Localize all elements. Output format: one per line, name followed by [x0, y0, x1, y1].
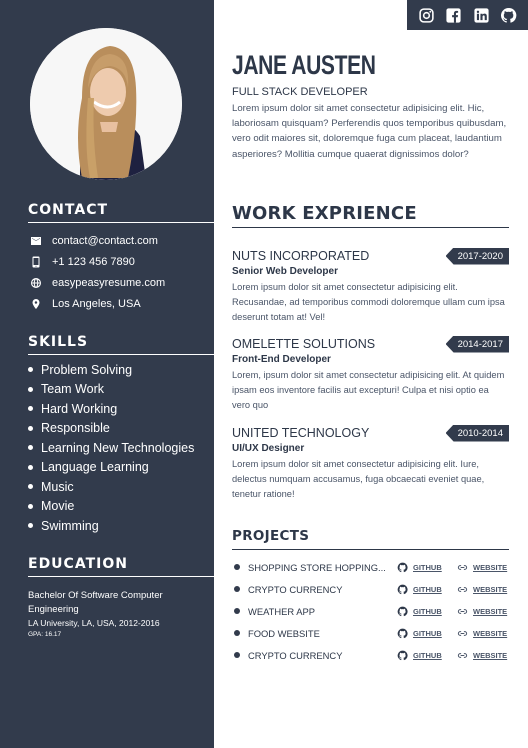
website-link[interactable]: WEBSITE: [457, 650, 507, 661]
skills-list: Problem Solving Team Work Hard Working R…: [28, 360, 214, 536]
skill-item: Movie: [28, 497, 214, 517]
skill-item: Team Work: [28, 380, 214, 400]
project-name: WEATHER APP: [248, 605, 316, 617]
skill-item: Language Learning: [28, 458, 214, 478]
website-link[interactable]: WEBSITE: [457, 628, 507, 639]
mail-icon: [28, 234, 44, 248]
profile-photo: [30, 28, 182, 180]
contact-email-text: contact@contact.com: [52, 234, 158, 247]
link-icon: [457, 630, 468, 636]
github-link[interactable]: GITHUB: [397, 606, 457, 617]
profile-role: FULL STACK DEVELOPER: [232, 86, 368, 98]
job-years: 2017-2020: [445, 247, 509, 265]
phone-icon: [28, 255, 44, 269]
work-heading: WORK EXPRIENCE: [232, 203, 509, 228]
education-degree: Bachelor Of Software Computer Engineerin…: [28, 590, 163, 615]
linkedin-icon[interactable]: [473, 7, 490, 24]
project-item: SHOPPING STORE HOPPING... GITHUB WEBSITE: [232, 556, 509, 578]
skill-item: Music: [28, 477, 214, 497]
job-description: Lorem ipsum dolor sit amet consectetur a…: [232, 282, 505, 322]
contact-list: contact@contact.com +1 123 456 7890 easy…: [28, 230, 208, 314]
contact-email[interactable]: contact@contact.com: [28, 230, 208, 251]
job-company: NUTS INCORPORATED: [232, 249, 370, 263]
project-name: CRYPTO CURRENCY: [248, 649, 343, 661]
contact-location: Los Angeles, USA: [28, 293, 208, 314]
job-title: Senior Web Developer: [232, 266, 338, 277]
job-entry: NUTS INCORPORATED 2017-2020 Senior Web D…: [232, 247, 509, 325]
job-entry: UNITED TECHNOLOGY 2010-2014 UI/UX Design…: [232, 424, 509, 502]
github-link[interactable]: GITHUB: [397, 650, 457, 661]
job-years: 2010-2014: [445, 424, 509, 442]
github-icon: [397, 584, 408, 594]
education-university: LA University, LA, USA, 2012-2016: [28, 618, 160, 628]
project-name: CRYPTO CURRENCY: [248, 583, 343, 595]
profile-bio: Lorem ipsum dolor sit amet consectetur a…: [232, 103, 507, 160]
github-icon: [397, 606, 408, 616]
contact-heading: CONTACT: [28, 202, 214, 223]
sidebar: CONTACT contact@contact.com +1 123 456 7…: [0, 0, 214, 748]
projects-heading: PROJECTS: [232, 528, 509, 550]
github-icon: [397, 628, 408, 638]
contact-phone-text: +1 123 456 7890: [52, 255, 135, 268]
github-link[interactable]: GITHUB: [397, 628, 457, 639]
job-years: 2014-2017: [445, 335, 509, 353]
location-icon: [28, 297, 44, 311]
contact-location-text: Los Angeles, USA: [52, 297, 141, 310]
facebook-icon[interactable]: [445, 7, 462, 24]
instagram-icon[interactable]: [418, 7, 435, 24]
skill-item: Swimming: [28, 516, 214, 536]
project-item: CRYPTO CURRENCY GITHUB WEBSITE: [232, 644, 509, 666]
github-icon: [397, 562, 408, 572]
github-icon: [397, 650, 408, 660]
project-item: CRYPTO CURRENCY GITHUB WEBSITE: [232, 578, 509, 600]
job-description: Lorem, ipsum dolor sit amet consectetur …: [232, 370, 505, 410]
website-link[interactable]: WEBSITE: [457, 584, 507, 595]
skill-item: Hard Working: [28, 399, 214, 419]
job-description: Lorem ipsum dolor sit amet consectetur a…: [232, 459, 485, 499]
link-icon: [457, 652, 468, 658]
projects-list: SHOPPING STORE HOPPING... GITHUB WEBSITE…: [232, 556, 509, 666]
skill-item: Problem Solving: [28, 360, 214, 380]
link-icon: [457, 608, 468, 614]
profile-name: JANE AUSTEN: [232, 50, 376, 80]
project-name: SHOPPING STORE HOPPING...: [248, 561, 386, 573]
project-name: FOOD WEBSITE: [248, 627, 320, 639]
github-icon[interactable]: [500, 7, 517, 24]
website-link[interactable]: WEBSITE: [457, 562, 507, 573]
website-link[interactable]: WEBSITE: [457, 606, 507, 617]
job-title: Front-End Developer: [232, 354, 331, 365]
skills-heading: SKILLS: [28, 334, 214, 355]
social-bar: [407, 0, 528, 30]
education-block: Bachelor Of Software Computer Engineerin…: [28, 589, 208, 638]
education-heading: EDUCATION: [28, 556, 214, 577]
project-item: WEATHER APP GITHUB WEBSITE: [232, 600, 509, 622]
avatar: [30, 28, 182, 180]
skill-item: Responsible: [28, 419, 214, 439]
contact-website[interactable]: easypeasyresume.com: [28, 272, 208, 293]
job-entry: OMELETTE SOLUTIONS 2014-2017 Front-End D…: [232, 335, 509, 413]
job-title: UI/UX Designer: [232, 443, 305, 454]
link-icon: [457, 564, 468, 570]
job-company: OMELETTE SOLUTIONS: [232, 337, 376, 351]
job-company: UNITED TECHNOLOGY: [232, 426, 370, 440]
contact-website-text: easypeasyresume.com: [52, 276, 166, 289]
github-link[interactable]: GITHUB: [397, 562, 457, 573]
project-item: FOOD WEBSITE GITHUB WEBSITE: [232, 622, 509, 644]
globe-icon: [28, 276, 44, 290]
contact-phone[interactable]: +1 123 456 7890: [28, 251, 208, 272]
github-link[interactable]: GITHUB: [397, 584, 457, 595]
skill-item: Learning New Technologies: [28, 438, 214, 458]
education-gpa: GPA: 16.17: [28, 631, 62, 638]
link-icon: [457, 586, 468, 592]
